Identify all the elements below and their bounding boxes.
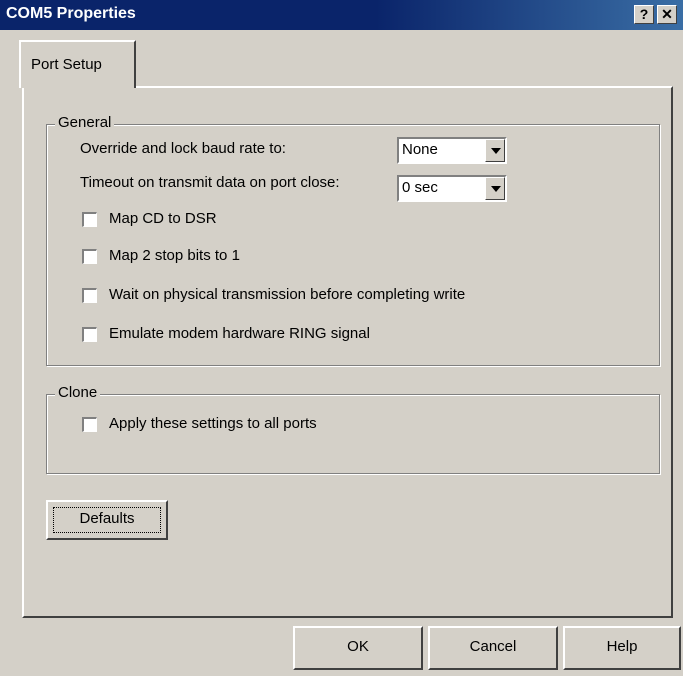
defaults-button[interactable]: Defaults bbox=[46, 500, 168, 540]
timeout-value: 0 sec bbox=[402, 179, 438, 196]
focus-rect bbox=[53, 507, 161, 533]
general-group-label: General bbox=[55, 114, 115, 131]
wait-transmission-label: Wait on physical transmission before com… bbox=[109, 286, 466, 303]
help-button[interactable]: Help bbox=[563, 626, 681, 670]
clone-group-label: Clone bbox=[55, 384, 101, 401]
wait-transmission-checkbox[interactable] bbox=[82, 288, 97, 303]
apply-all-ports-checkbox[interactable] bbox=[82, 417, 97, 432]
emulate-ring-label: Emulate modem hardware RING signal bbox=[109, 325, 370, 342]
tab-label: Port Setup bbox=[31, 56, 102, 73]
map-stop-bits-checkbox[interactable] bbox=[82, 249, 97, 264]
clone-group: Clone Apply these settings to all ports bbox=[46, 384, 660, 474]
help-icon[interactable]: ? bbox=[634, 5, 654, 24]
timeout-select[interactable]: 0 sec bbox=[397, 175, 507, 202]
chevron-down-icon[interactable] bbox=[485, 139, 505, 162]
cancel-button[interactable]: Cancel bbox=[428, 626, 558, 670]
map-cd-dsr-label: Map CD to DSR bbox=[109, 210, 217, 227]
timeout-label: Timeout on transmit data on port close: bbox=[80, 174, 340, 191]
tab-port-setup[interactable]: Port Setup bbox=[19, 40, 136, 88]
close-icon[interactable]: ✕ bbox=[657, 5, 677, 24]
emulate-ring-checkbox[interactable] bbox=[82, 327, 97, 342]
map-stop-bits-label: Map 2 stop bits to 1 bbox=[109, 247, 240, 264]
general-group: General Override and lock baud rate to: … bbox=[46, 114, 660, 366]
title-bar: COM5 Properties ? ✕ bbox=[0, 0, 683, 30]
window-title: COM5 Properties bbox=[6, 5, 136, 22]
baud-rate-label: Override and lock baud rate to: bbox=[80, 140, 286, 157]
chevron-down-icon[interactable] bbox=[485, 177, 505, 200]
map-cd-dsr-checkbox[interactable] bbox=[82, 212, 97, 227]
baud-rate-value: None bbox=[402, 141, 438, 158]
apply-all-ports-label: Apply these settings to all ports bbox=[109, 415, 317, 432]
tab-panel: General Override and lock baud rate to: … bbox=[22, 86, 673, 618]
ok-button[interactable]: OK bbox=[293, 626, 423, 670]
baud-rate-select[interactable]: None bbox=[397, 137, 507, 164]
